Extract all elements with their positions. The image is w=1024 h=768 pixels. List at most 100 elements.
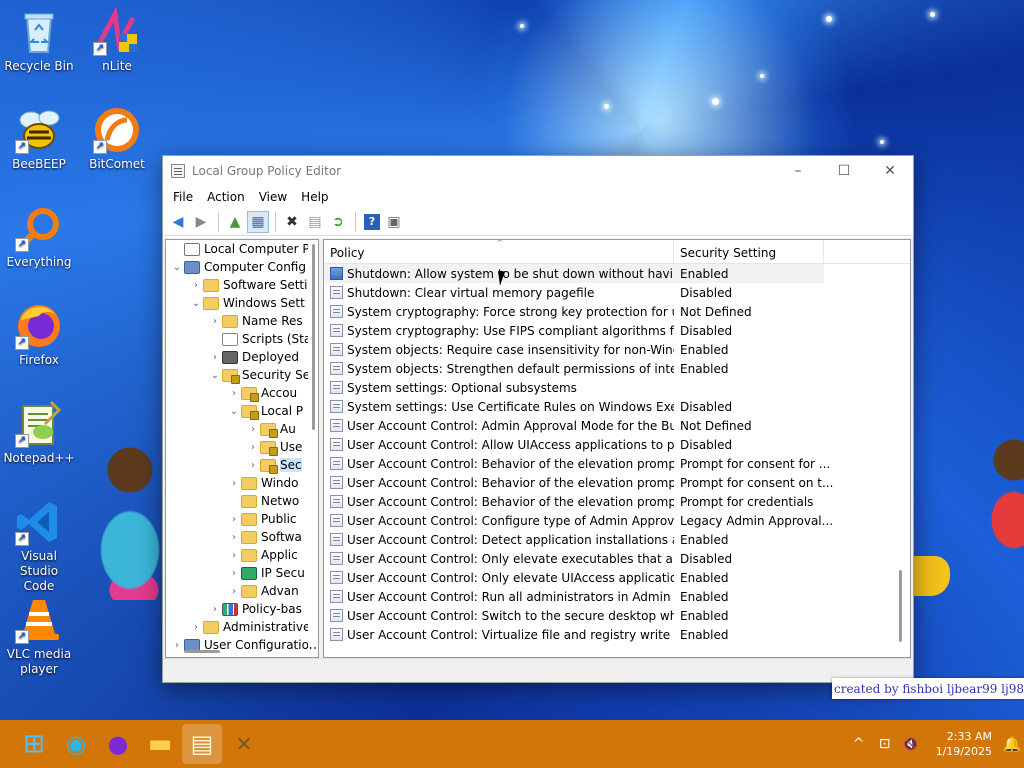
policy-row[interactable]: User Account Control: Admin Approval Mod… [324,416,910,435]
list-scroll-thumb[interactable] [899,570,902,642]
policy-row[interactable]: System settings: Optional subsystems [324,378,910,397]
show-hide-tree-button[interactable]: ▦ [247,210,269,233]
tree-horizontal-scrollbar[interactable] [184,650,220,653]
tree-item[interactable]: › IP Secu [166,564,318,582]
forward-button[interactable]: ▶ [190,211,212,233]
desktop-icon-firefox[interactable]: ↗ Firefox [3,302,75,368]
expand-arrow-icon[interactable]: › [246,460,260,471]
expand-arrow-icon[interactable]: › [246,424,260,435]
expand-arrow-icon[interactable]: › [227,550,241,561]
export-list-button[interactable]: ➲ [327,211,349,233]
policy-row[interactable]: User Account Control: Allow UIAccess app… [324,435,910,454]
policy-row[interactable]: System settings: Use Certificate Rules o… [324,397,910,416]
desktop-icon-beebeep[interactable]: ↗ BeeBEEP [3,106,75,172]
policy-row[interactable]: User Account Control: Run all administra… [324,587,910,606]
expand-arrow-icon[interactable]: › [208,316,222,327]
policy-row[interactable]: Shutdown: Clear virtual memory pagefile D… [324,283,910,302]
tree-item[interactable]: ⌄ Security Se [166,366,318,384]
tree-item[interactable]: ⌄ Computer Config [166,258,318,276]
expand-arrow-icon[interactable]: › [227,478,241,489]
tree-item[interactable]: › Windo [166,474,318,492]
tree-item[interactable]: › Software Setti [166,276,318,294]
volume-muted-icon[interactable]: 🔇 [898,737,924,751]
tree-item[interactable]: › Name Res [166,312,318,330]
policy-row[interactable]: User Account Control: Only elevate execu… [324,549,910,568]
policy-row[interactable]: User Account Control: Only elevate UIAcc… [324,568,910,587]
tree-item[interactable]: Local Computer Polic [166,240,318,258]
minimize-button[interactable]: – [775,156,821,186]
collapse-arrow-icon[interactable]: ⌄ [208,370,222,381]
policy-list[interactable]: Policy Security Setting ⌃ Shutdown: Allo… [323,239,911,658]
policy-row[interactable]: System cryptography: Use FIPS compliant … [324,321,910,340]
close-button[interactable]: ✕ [867,156,913,186]
firefox-taskbar-button[interactable]: ● [98,724,138,764]
tree-scroll-thumb[interactable] [312,244,315,430]
back-button[interactable]: ◀ [167,211,189,233]
file-explorer-taskbar-button[interactable]: ▬ [140,724,180,764]
edge-taskbar-button[interactable]: ◉ [56,724,96,764]
policy-row[interactable]: User Account Control: Behavior of the el… [324,492,910,511]
collapse-arrow-icon[interactable]: ⌄ [170,262,184,273]
tree-item[interactable]: › Au [166,420,318,438]
collapse-arrow-icon[interactable]: ⌄ [227,406,241,417]
expand-arrow-icon[interactable]: › [208,352,222,363]
policy-row[interactable]: User Account Control: Detect application… [324,530,910,549]
policy-row[interactable]: User Account Control: Configure type of … [324,511,910,530]
desktop-icon-bitcomet[interactable]: ↗ BitComet [81,106,153,172]
policy-row[interactable]: System cryptography: Force strong key pr… [324,302,910,321]
column-header-security-setting[interactable]: Security Setting [674,240,824,263]
menu-file[interactable]: File [166,190,200,204]
desktop-icon-vlc[interactable]: ↗ VLC media player [3,596,75,677]
menu-help[interactable]: Help [294,190,335,204]
delete-button[interactable]: ✖ [281,211,303,233]
desktop-icon-notepadpp[interactable]: ↗ Notepad++ [3,400,75,466]
tree-vertical-scrollbar[interactable] [308,240,318,647]
expand-arrow-icon[interactable]: › [189,622,203,633]
notepad-taskbar-button[interactable]: ▤ [182,724,222,764]
tree-item[interactable]: › Softwa [166,528,318,546]
desktop-icon-everything[interactable]: ↗ Everything [3,204,75,270]
policy-row[interactable]: User Account Control: Behavior of the el… [324,454,910,473]
tree-item[interactable]: › Sec [166,456,318,474]
expand-arrow-icon[interactable]: › [227,568,241,579]
tree-item[interactable]: › Deployed [166,348,318,366]
title-bar[interactable]: Local Group Policy Editor – ☐ ✕ [163,156,913,186]
tree-item[interactable]: › Policy-bas [166,600,318,618]
desktop-icon-vscode[interactable]: ↗ Visual Studio Code [3,498,75,594]
policy-row[interactable]: User Account Control: Switch to the secu… [324,606,910,625]
clock[interactable]: 2:33 AM 1/19/2025 [936,729,992,759]
tree-item[interactable]: › Advan [166,582,318,600]
tree-item[interactable]: Scripts (Sta [166,330,318,348]
menu-action[interactable]: Action [200,190,252,204]
policy-row[interactable]: User Account Control: Behavior of the el… [324,473,910,492]
policy-row[interactable]: System objects: Require case insensitivi… [324,340,910,359]
network-icon[interactable]: ⊡ [872,736,898,752]
tree-item[interactable]: › Applic [166,546,318,564]
expand-arrow-icon[interactable]: › [227,514,241,525]
desktop-icon-nlite[interactable]: ↗ nLite [81,5,153,74]
tree-item[interactable]: ⌄ Local P [166,402,318,420]
properties-button[interactable]: ▤ [304,211,326,233]
up-level-button[interactable]: ▲ [224,211,246,233]
tree-item[interactable]: ⌄ Windows Sett [166,294,318,312]
console-tree[interactable]: Local Computer Polic ⌄ Computer Config › Sof… [165,239,319,658]
notification-bell-icon[interactable]: 🔔 [1000,735,1024,753]
policy-row[interactable]: System objects: Strengthen default permi… [324,359,910,378]
desktop-icon-recycle-bin[interactable]: Recycle Bin [3,8,75,74]
expand-arrow-icon[interactable]: › [227,388,241,399]
help-button[interactable]: ? [364,213,380,230]
tree-item[interactable]: › Administrative [166,618,318,636]
group-policy-editor-window[interactable]: Local Group Policy Editor – ☐ ✕ File Act… [162,155,914,683]
expand-arrow-icon[interactable]: › [189,280,203,291]
expand-arrow-icon[interactable]: › [227,586,241,597]
tree-item[interactable]: Netwo [166,492,318,510]
console-button[interactable]: ▣ [383,211,405,233]
policy-row[interactable]: Shutdown: Allow system to be shut down w… [324,264,824,283]
expand-arrow-icon[interactable]: › [170,640,184,651]
expand-arrow-icon[interactable]: › [208,604,222,615]
start-button[interactable]: ⊞ [14,724,54,764]
tree-item[interactable]: › Accou [166,384,318,402]
show-hidden-icons-button[interactable]: ^ [846,736,872,752]
collapse-arrow-icon[interactable]: ⌄ [189,298,203,309]
expand-arrow-icon[interactable]: › [246,442,260,453]
